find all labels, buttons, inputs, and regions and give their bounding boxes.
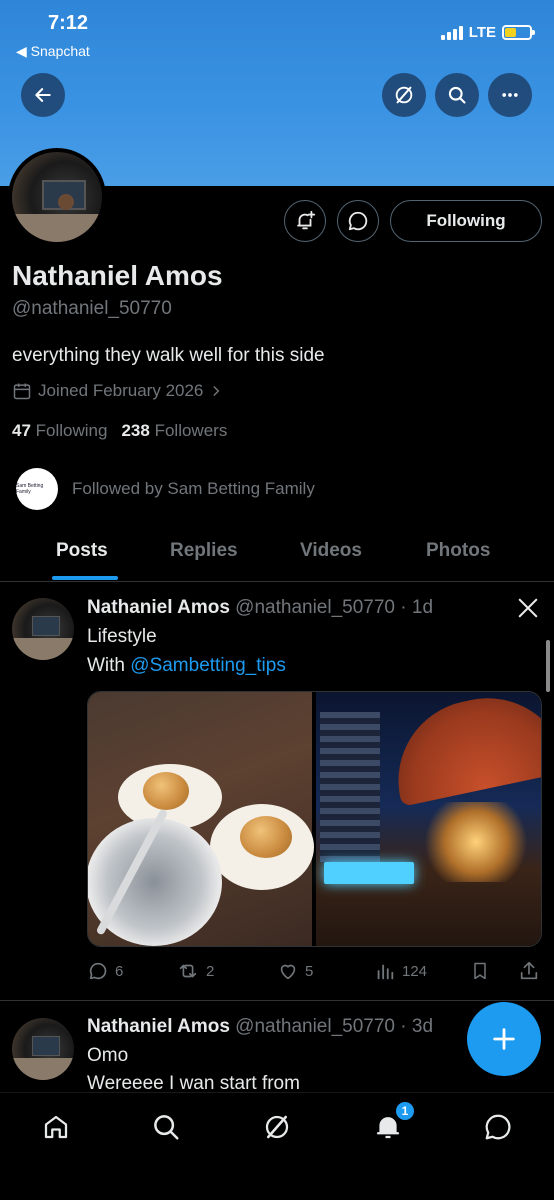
home-icon (44, 1115, 68, 1139)
chat-bubble-icon (485, 1114, 511, 1140)
joined-label: Joined February 2026 (38, 381, 204, 400)
grok-button[interactable] (382, 73, 426, 117)
plus-icon (493, 1028, 515, 1050)
post-author[interactable]: Nathaniel Amos (87, 597, 230, 618)
signal-icon (440, 25, 463, 40)
repost-button[interactable]: 2 (176, 960, 214, 982)
notify-button[interactable] (284, 200, 326, 242)
views-count: 124 (402, 962, 428, 980)
followers-stat[interactable]: 238 Followers (121, 421, 227, 441)
back-to-app-link[interactable]: ◀ Snapchat (16, 43, 90, 60)
active-tab-indicator (52, 576, 118, 580)
followed-by-label: Followed by Sam Betting Family (72, 479, 315, 498)
nav-search[interactable] (146, 1107, 186, 1147)
post-handle: @nathaniel_50770 (235, 597, 395, 618)
followed-by[interactable]: Sam Betting Family Followed by Sam Betti… (16, 468, 315, 510)
repost-count: 2 (206, 962, 215, 980)
nav-messages[interactable] (478, 1107, 518, 1147)
post-time: · 3d (400, 1016, 434, 1037)
tab-replies[interactable]: Replies (170, 540, 238, 562)
post-text-line: Lifestyle (87, 626, 157, 647)
message-button[interactable] (337, 200, 379, 242)
search-icon (154, 1115, 179, 1140)
post-text-line: With @Sambetting_tips (87, 655, 286, 676)
post-divider (0, 1000, 554, 1001)
post-handle: @nathaniel_50770 (235, 1016, 395, 1037)
heart-icon (280, 964, 296, 980)
tab-posts[interactable]: Posts (56, 540, 108, 562)
like-button[interactable]: 5 (277, 960, 313, 982)
notification-badge: 1 (395, 1101, 415, 1121)
grok-icon (265, 1115, 289, 1139)
grok-icon (395, 86, 413, 104)
compose-button[interactable] (467, 1002, 541, 1076)
bookmark-icon (474, 962, 486, 980)
follower-avatar: Sam Betting Family (16, 468, 58, 510)
status-indicators: LTE (440, 24, 535, 41)
repost-icon (179, 964, 197, 978)
back-button[interactable] (21, 73, 65, 117)
nav-home[interactable] (36, 1107, 76, 1147)
arrow-left-icon (35, 88, 51, 102)
bookmark-button[interactable] (470, 960, 490, 982)
chevron-right-icon (213, 386, 220, 396)
joined-date[interactable]: Joined February 2026 (12, 381, 223, 401)
views-button[interactable]: 124 (374, 960, 427, 982)
back-app-label: Snapchat (30, 43, 90, 59)
profile-handle: @nathaniel_50770 (12, 298, 172, 319)
profile-bio: everything they walk well for this side (12, 345, 325, 366)
following-button[interactable]: Following (390, 200, 542, 242)
post-author[interactable]: Nathaniel Amos (87, 1016, 230, 1037)
reply-button[interactable]: 6 (87, 960, 123, 982)
food-photo[interactable] (88, 692, 314, 946)
post-media[interactable] (87, 691, 542, 947)
more-button[interactable] (488, 73, 532, 117)
post-avatar[interactable] (12, 1018, 74, 1080)
profile-name: Nathaniel Amos (12, 260, 223, 291)
x-logo-icon (518, 598, 538, 618)
profile-tabs: Posts Replies Videos Photos (0, 532, 554, 582)
status-time: 7:12 (48, 12, 89, 34)
nav-grok[interactable] (257, 1107, 297, 1147)
scrollbar[interactable] (546, 640, 550, 692)
calendar-icon (13, 383, 31, 400)
bell-plus-icon (297, 210, 316, 230)
tab-photos[interactable]: Photos (426, 540, 490, 562)
following-stat[interactable]: 47 Following (12, 421, 107, 441)
post-time: · 1d (400, 597, 434, 618)
post-header: Nathaniel Amos @nathaniel_50770 · 1d (87, 597, 433, 619)
share-icon (520, 961, 538, 980)
more-icon (502, 93, 518, 97)
profile-avatar[interactable] (8, 148, 106, 246)
search-button[interactable] (435, 73, 479, 117)
pool-photo[interactable] (316, 692, 541, 946)
post-avatar[interactable] (12, 598, 74, 660)
bottom-nav: 1 (0, 1092, 554, 1200)
reply-icon (89, 962, 107, 980)
reply-count: 6 (115, 962, 124, 980)
like-count: 5 (305, 962, 314, 980)
tab-videos[interactable]: Videos (300, 540, 362, 562)
search-icon (448, 86, 466, 104)
post-header: Nathaniel Amos @nathaniel_50770 · 3d (87, 1016, 433, 1038)
mention-link[interactable]: @Sambetting_tips (130, 655, 286, 676)
share-button[interactable] (518, 960, 540, 982)
post-text-line: Omo (87, 1045, 129, 1066)
chat-bubble-icon (348, 211, 368, 231)
post-actions: 6 2 5 124 (87, 960, 542, 984)
battery-icon (502, 25, 535, 40)
analytics-icon (377, 964, 394, 980)
follow-stats: 47 Following 238 Followers (12, 421, 227, 441)
network-label: LTE (468, 24, 496, 41)
